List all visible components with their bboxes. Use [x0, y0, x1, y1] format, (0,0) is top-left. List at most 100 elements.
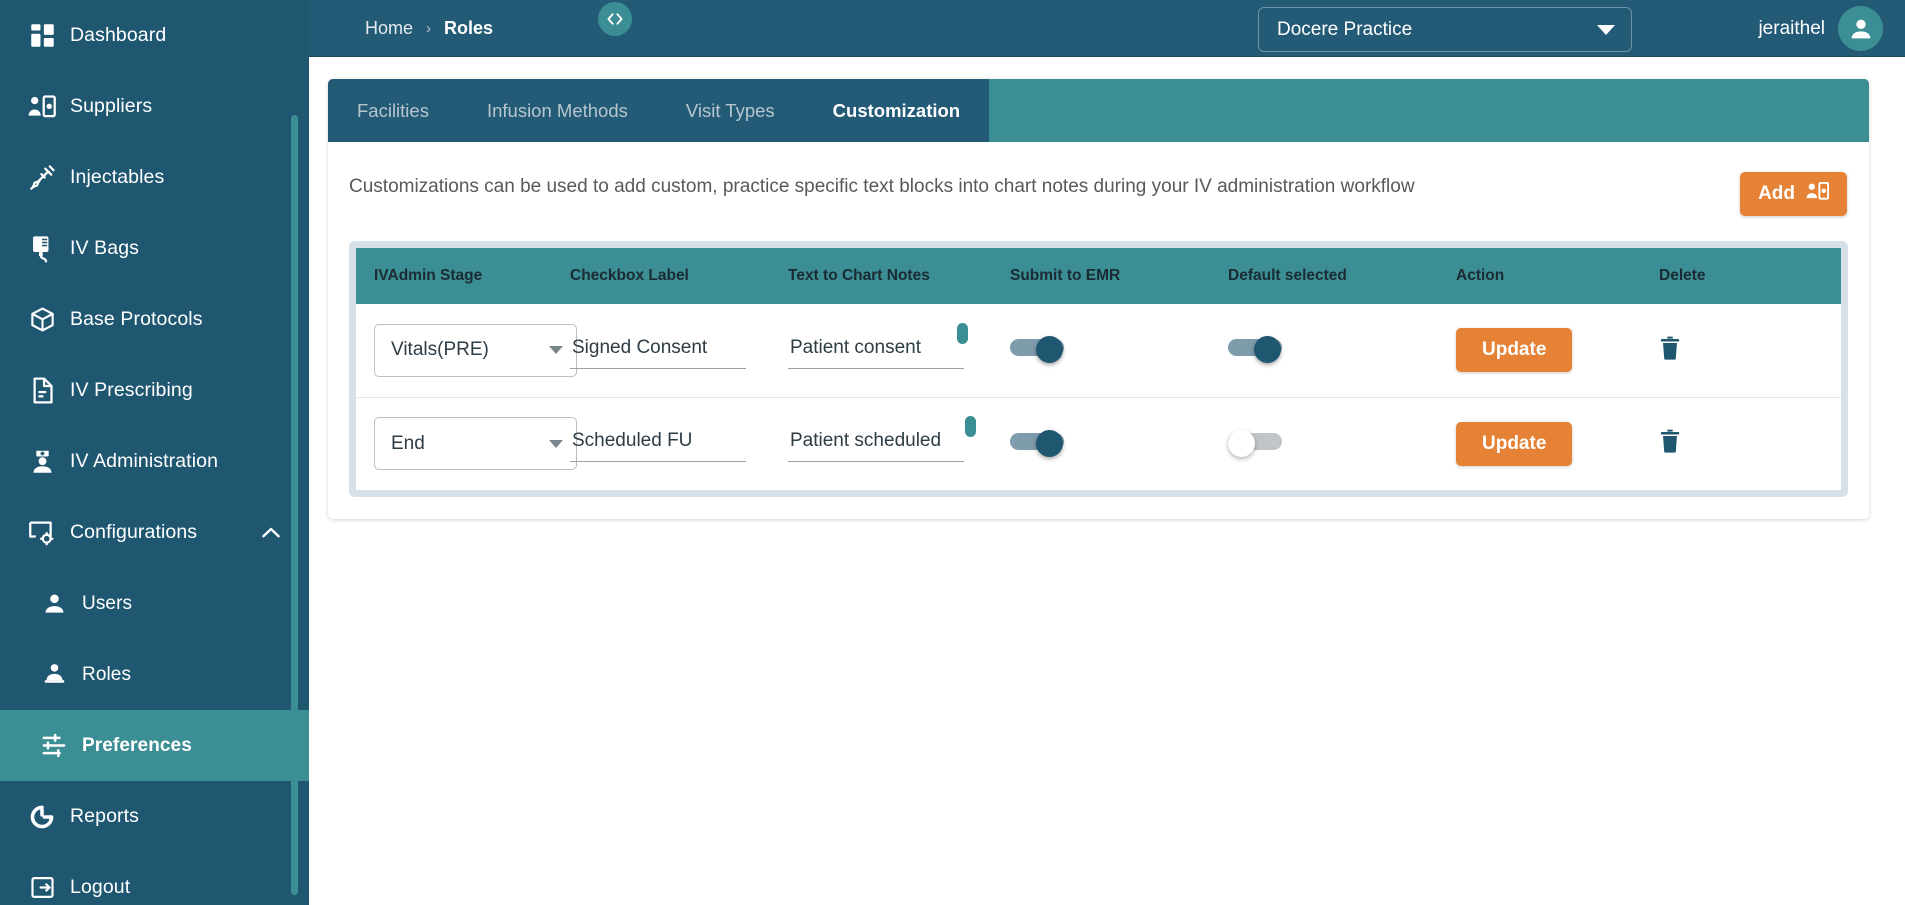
sidebar-item-label: IV Prescribing	[70, 379, 193, 401]
column-header-action: Action	[1456, 248, 1659, 304]
sidebar-item-logout[interactable]: Logout	[0, 852, 309, 905]
table-body: Vitals(PRE) Update End Update	[356, 304, 1841, 490]
avatar[interactable]	[1838, 6, 1883, 51]
sidebar-item-iv-prescribing[interactable]: IV Prescribing	[0, 355, 309, 426]
sidebar-scrollbar[interactable]	[291, 115, 298, 895]
cell-submit-to-emr	[1010, 397, 1228, 490]
breadcrumb-current: Roles	[444, 17, 494, 38]
sidebar-item-dashboard[interactable]: Dashboard	[0, 0, 309, 71]
sidebar-menu: Dashboard Suppliers Injectables IV Bags Base…	[0, 0, 309, 905]
sidebar-item-label: Configurations	[70, 521, 198, 543]
code-brackets-icon[interactable]	[598, 2, 632, 36]
sidebar-item-suppliers[interactable]: Suppliers	[0, 71, 309, 142]
cell-checkbox-label	[570, 304, 788, 398]
chevron-down-icon	[549, 346, 563, 355]
add-user-icon	[1806, 182, 1830, 206]
stage-select[interactable]: Vitals(PRE)	[374, 323, 577, 377]
suppliers-icon	[14, 94, 70, 119]
sidebar-item-label: Injectables	[70, 166, 165, 188]
column-header-submit-to-emr: Submit to EMR	[1010, 248, 1228, 304]
sidebar-item-reports[interactable]: Reports	[0, 781, 309, 852]
add-button-label: Add	[1758, 183, 1795, 204]
configurations-icon	[14, 520, 70, 546]
panel-description: Customizations can be used to add custom…	[349, 176, 1415, 197]
cell-submit-to-emr	[1010, 304, 1228, 398]
column-header-delete: Delete	[1659, 248, 1841, 304]
toggle-knob	[1254, 336, 1281, 364]
trash-icon	[1659, 336, 1681, 363]
chevron-down-icon	[1597, 24, 1615, 35]
submit-to-emr-toggle[interactable]	[1010, 429, 1064, 457]
sidebar-item-base-protocols[interactable]: Base Protocols	[0, 284, 309, 355]
table-row: Vitals(PRE) Update	[356, 304, 1841, 398]
sidebar-item-configurations[interactable]: Configurations	[0, 497, 309, 568]
panel-description-row: Customizations can be used to add custom…	[328, 142, 1869, 226]
sidebar-item-users[interactable]: Users	[0, 568, 309, 639]
checkbox-label-input[interactable]	[570, 425, 746, 463]
cell-text-to-chart-notes	[788, 397, 1010, 490]
stage-select[interactable]: End	[374, 417, 577, 471]
sidebar-item-preferences[interactable]: Preferences	[0, 710, 309, 781]
breadcrumb-home[interactable]: Home	[365, 18, 413, 39]
tab-label: Facilities	[357, 99, 429, 121]
stage-select-value: End	[391, 432, 425, 454]
chart-note-handle-icon[interactable]	[965, 416, 976, 438]
delete-button[interactable]	[1659, 429, 1681, 456]
cell-default-selected	[1228, 397, 1456, 490]
nurse-icon	[14, 448, 70, 475]
customization-table-wrapper: IVAdmin Stage Checkbox Label Text to Cha…	[349, 241, 1848, 497]
sidebar-item-label: Reports	[70, 805, 139, 827]
cell-delete	[1659, 304, 1841, 398]
chart-note-input[interactable]	[788, 331, 964, 369]
chart-note-input[interactable]	[788, 425, 964, 463]
table-header-row: IVAdmin Stage Checkbox Label Text to Cha…	[356, 248, 1841, 304]
delete-button[interactable]	[1659, 336, 1681, 363]
default-selected-toggle[interactable]	[1228, 336, 1282, 364]
user-icon	[26, 591, 82, 616]
checkbox-label-input[interactable]	[570, 331, 746, 369]
roles-icon	[26, 662, 82, 687]
sidebar-item-iv-bags[interactable]: IV Bags	[0, 213, 309, 284]
dashboard-icon	[14, 22, 70, 49]
chevron-down-icon	[549, 439, 563, 448]
cell-ivadmin-stage: End	[356, 397, 577, 490]
practice-select-value: Docere Practice	[1277, 18, 1413, 40]
user-name: jeraithel	[1758, 17, 1825, 39]
default-selected-toggle[interactable]	[1228, 429, 1282, 457]
customization-table: IVAdmin Stage Checkbox Label Text to Cha…	[356, 248, 1841, 490]
app-root: Dashboard Suppliers Injectables IV Bags Base…	[0, 0, 1905, 905]
tab-label: Infusion Methods	[486, 99, 628, 121]
sidebar-item-roles[interactable]: Roles	[0, 639, 309, 710]
add-button[interactable]: Add	[1740, 172, 1847, 216]
cell-text-to-chart-notes	[788, 304, 1010, 398]
document-icon	[14, 377, 70, 404]
update-button[interactable]: Update	[1456, 421, 1573, 466]
cell-delete	[1659, 397, 1841, 490]
sidebar-item-injectables[interactable]: Injectables	[0, 142, 309, 213]
top-header: Home › Roles Docere Practice jeraithel	[309, 0, 1905, 57]
sidebar-item-iv-administration[interactable]: IV Administration	[0, 426, 309, 497]
column-header-ivadmin-stage: IVAdmin Stage	[356, 248, 570, 304]
tab-visit-types[interactable]: Visit Types	[657, 79, 804, 142]
stage-select-value: Vitals(PRE)	[391, 339, 489, 361]
tab-facilities[interactable]: Facilities	[328, 79, 458, 142]
logout-icon	[14, 875, 70, 900]
practice-select[interactable]: Docere Practice	[1258, 7, 1632, 52]
submit-to-emr-toggle[interactable]	[1010, 336, 1064, 364]
cell-ivadmin-stage: Vitals(PRE)	[356, 304, 577, 398]
update-button[interactable]: Update	[1456, 328, 1573, 373]
main-area: Home › Roles Docere Practice jeraithel F…	[309, 0, 1905, 905]
tab-customization[interactable]: Customization	[804, 79, 989, 142]
sidebar-item-label: Suppliers	[70, 95, 153, 117]
tab-label: Customization	[832, 99, 961, 121]
sidebar-item-label: IV Administration	[70, 450, 219, 472]
customization-card: Facilities Infusion Methods Visit Types Cus…	[328, 79, 1869, 519]
table-row: End Update	[356, 397, 1841, 490]
user-area[interactable]: jeraithel	[1758, 0, 1883, 57]
trash-icon	[1659, 429, 1681, 456]
chart-note-handle-icon[interactable]	[957, 322, 968, 344]
chevron-up-icon[interactable]	[261, 526, 281, 539]
tab-infusion-methods[interactable]: Infusion Methods	[458, 79, 657, 142]
cell-checkbox-label	[570, 397, 788, 490]
box-icon	[14, 306, 70, 333]
